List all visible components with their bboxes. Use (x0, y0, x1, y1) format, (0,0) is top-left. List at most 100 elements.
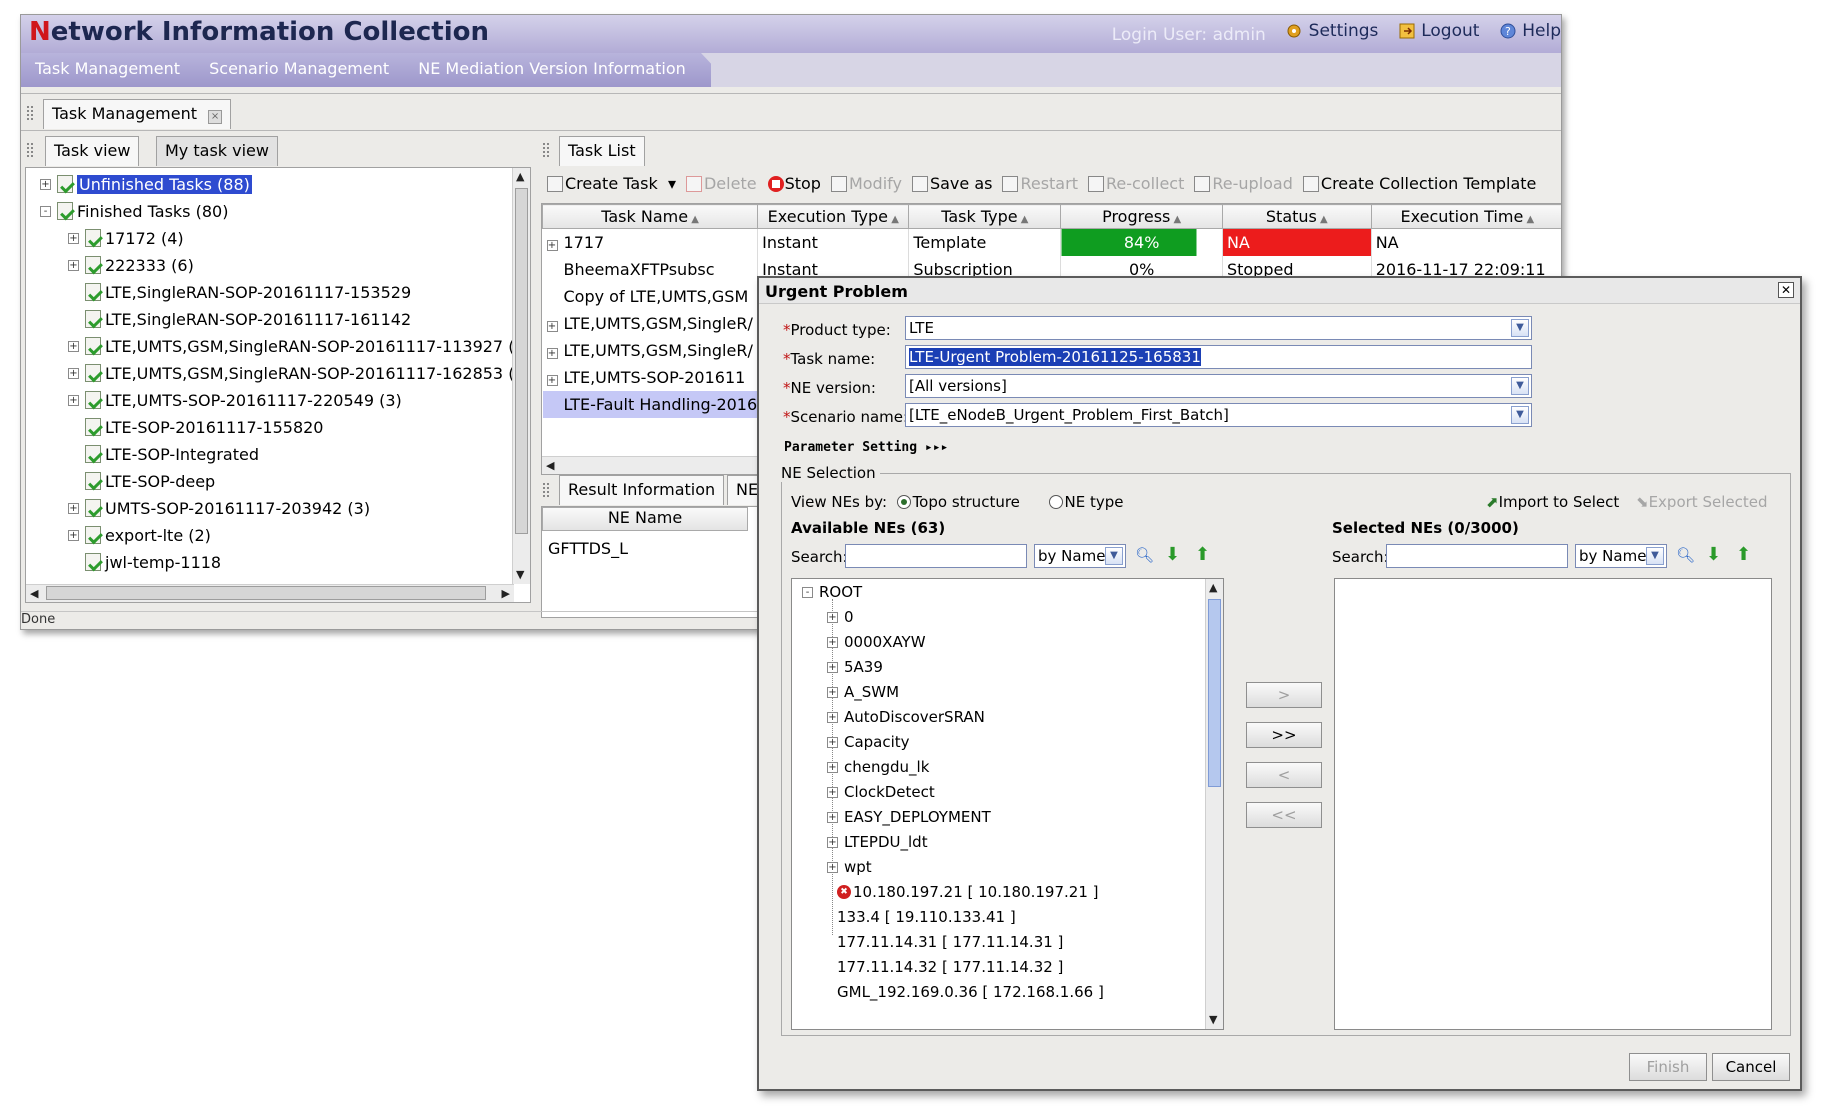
tab-my-task-view[interactable]: My task view (156, 136, 278, 166)
expand-icon[interactable]: + (546, 320, 558, 332)
expand-icon[interactable]: + (827, 811, 838, 823)
tab-task-list[interactable]: Task List (559, 136, 645, 166)
result-row[interactable]: GFTTDS_L (548, 539, 628, 558)
arrow-down-icon[interactable]: ⬇ (1165, 544, 1180, 565)
settings-link[interactable]: Settings (1285, 21, 1378, 41)
ne-tree-node[interactable]: - ROOT (802, 581, 862, 603)
selected-ne-list[interactable] (1334, 578, 1772, 1030)
arrow-up-icon[interactable]: ⬆ (1195, 544, 1210, 565)
ne-tree-node[interactable]: + wpt (827, 856, 872, 878)
expand-icon[interactable] (68, 422, 79, 433)
export-selected-button[interactable]: ⬊Export Selected (1636, 493, 1767, 511)
delete-button[interactable]: Delete (685, 174, 757, 193)
product-type-select[interactable]: LTE ▼ (905, 316, 1532, 340)
column-header[interactable]: Task Name ▲ (542, 204, 759, 229)
expand-icon[interactable]: + (827, 661, 838, 673)
ne-tree-node[interactable]: ✖ 10.180.197.21 [ 10.180.197.21 ] (827, 881, 1099, 903)
logout-link[interactable]: Logout (1398, 21, 1479, 41)
topo-structure-radio[interactable]: Topo structure (896, 493, 1020, 511)
expand-icon[interactable]: + (68, 529, 79, 541)
expand-icon[interactable]: + (827, 711, 838, 723)
expand-icon[interactable]: + (827, 786, 838, 798)
ne-tree-node[interactable]: + AutoDiscoverSRAN (827, 706, 985, 728)
close-icon[interactable]: ✕ (1778, 282, 1794, 298)
column-header[interactable]: Execution Time ▲ (1370, 204, 1561, 229)
tree-horizontal-scrollbar[interactable]: ◀ ▶ (26, 584, 514, 602)
tree-node[interactable]: + UMTS-SOP-20161117-203942 (3) (68, 496, 370, 520)
column-header[interactable]: Execution Type ▲ (757, 204, 910, 229)
expand-icon[interactable] (68, 557, 79, 568)
restart-button[interactable]: Restart (1002, 174, 1078, 193)
parameter-setting-toggle[interactable]: Parameter Setting ▸▸▸ (784, 440, 948, 455)
tree-node[interactable]: LTE-SOP-deep (68, 469, 215, 493)
expand-icon[interactable]: + (546, 239, 558, 251)
menu-scenario-management[interactable]: Scenario Management (209, 59, 389, 78)
tab-result-information[interactable]: Result Information (559, 475, 725, 505)
ne-tree-node[interactable]: 177.11.14.31 [ 177.11.14.31 ] (827, 931, 1063, 953)
ne-version-select[interactable]: [All versions] ▼ (905, 374, 1532, 398)
expand-icon[interactable]: + (68, 502, 79, 514)
expand-icon[interactable]: + (68, 367, 79, 379)
expand-icon[interactable] (547, 291, 558, 302)
ne-tree-node[interactable]: 133.4 [ 19.110.133.41 ] (827, 906, 1016, 928)
arrow-down-icon[interactable]: ⬇ (1706, 544, 1721, 565)
ne-tree-node[interactable]: + A_SWM (827, 681, 899, 703)
expand-icon[interactable]: + (827, 686, 838, 698)
tree-node[interactable]: - Finished Tasks (80) (40, 199, 228, 223)
tree-node[interactable]: LTE,SingleRAN-SOP-20161117-161142 (68, 307, 411, 331)
ne-tree-node[interactable]: 177.11.14.32 [ 177.11.14.32 ] (827, 956, 1063, 978)
available-search-input[interactable] (845, 544, 1027, 568)
ne-tree-node[interactable]: + ClockDetect (827, 781, 935, 803)
tab-task-management[interactable]: Task Management × (43, 99, 232, 129)
expand-icon[interactable]: + (827, 861, 838, 873)
expand-icon[interactable] (68, 476, 79, 487)
tree-vertical-scrollbar[interactable]: ▲ ▼ (512, 168, 530, 584)
selected-search-input[interactable] (1386, 544, 1568, 568)
expand-icon[interactable] (547, 399, 558, 410)
finish-button[interactable]: Finish (1629, 1053, 1707, 1081)
create-template-button[interactable]: Create Collection Template (1302, 174, 1536, 193)
ne-type-radio[interactable]: NE type (1048, 493, 1124, 511)
save-as-button[interactable]: Save as (911, 174, 992, 193)
ne-tree-node[interactable]: + chengdu_lk (827, 756, 929, 778)
add-all-button[interactable]: >> (1246, 722, 1322, 748)
expand-icon[interactable]: + (546, 374, 558, 386)
tree-node[interactable]: + export-lte (2) (68, 523, 211, 547)
expand-icon[interactable]: + (68, 340, 79, 352)
help-link[interactable]: ? Help (1499, 21, 1561, 41)
expand-icon[interactable]: + (827, 736, 838, 748)
scenario-name-select[interactable]: [LTE_eNodeB_Urgent_Problem_First_Batch] ▼ (905, 403, 1532, 427)
cancel-button[interactable]: Cancel (1712, 1053, 1790, 1081)
expand-icon[interactable]: + (827, 836, 838, 848)
ne-tree-node[interactable]: +0000XAYW (827, 631, 926, 653)
ne-tree-node[interactable]: + Capacity (827, 731, 910, 753)
ne-tree-node[interactable]: GML_192.169.0.36 [ 172.168.1.66 ] (827, 981, 1104, 1003)
reupload-button[interactable]: Re-upload (1194, 174, 1293, 193)
remove-all-button[interactable]: << (1246, 802, 1322, 828)
tab-task-view[interactable]: Task view (45, 136, 140, 166)
search-icon[interactable]: 🔍︎ (1135, 546, 1154, 564)
expand-icon[interactable] (547, 264, 558, 275)
ne-tree-node[interactable]: + LTEPDU_ldt (827, 831, 928, 853)
expand-icon[interactable] (827, 937, 831, 948)
ne-tree-scrollbar[interactable]: ▲ ▼ (1205, 579, 1223, 1029)
tree-node[interactable]: + LTE,UMTS,GSM,SingleRAN-SOP-20161117-113… (68, 334, 525, 358)
collapse-icon[interactable]: - (802, 586, 813, 598)
modify-button[interactable]: Modify (830, 174, 902, 193)
collapse-icon[interactable]: - (40, 205, 51, 217)
tree-node[interactable]: + LTE,UMTS,GSM,SingleRAN-SOP-20161117-162… (68, 361, 525, 385)
expand-icon[interactable] (68, 449, 79, 460)
expand-icon[interactable] (68, 287, 79, 298)
create-task-button[interactable]: Create Task ▾ (547, 174, 676, 193)
ne-tree-node[interactable]: + EASY_DEPLOYMENT (827, 806, 991, 828)
tree-node[interactable]: LTE-SOP-20161117-155820 (68, 415, 323, 439)
selected-search-mode[interactable]: by Name ▼ (1575, 544, 1667, 568)
expand-icon[interactable] (827, 887, 831, 898)
column-header[interactable]: Status ▲ (1221, 204, 1372, 229)
arrow-up-icon[interactable]: ⬆ (1736, 544, 1751, 565)
ne-tree-node[interactable]: +0 (827, 606, 854, 628)
menu-ne-mediation[interactable]: NE Mediation Version Information (418, 59, 686, 78)
tree-node[interactable]: +222333 (6) (68, 253, 194, 277)
tree-node[interactable]: + Unfinished Tasks (88) (40, 172, 252, 196)
expand-icon[interactable] (68, 314, 79, 325)
